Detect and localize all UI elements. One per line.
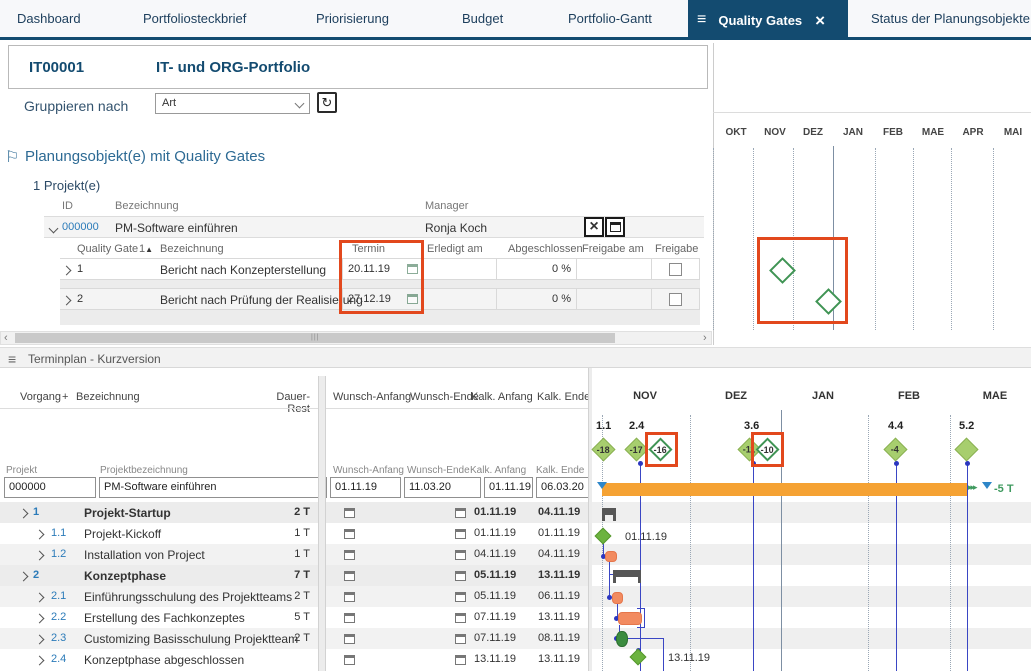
gantt-month: MAI [998,127,1028,138]
gantt-hl [628,638,664,639]
gantt-month2: NOV [625,390,665,402]
gantt-month: FEB [878,127,908,138]
gantt-gbar[interactable] [616,631,628,647]
gantt-sum[interactable] [602,508,616,515]
gantt-tri [597,482,607,489]
gantt-grid [690,415,691,671]
quality-gates-screen: Dashboard Portfoliosteckbrief Priorisier… [0,0,1031,671]
gantt-month: JAN [838,127,868,138]
gantt-month2: MAE [975,390,1015,402]
gantt-grid [993,148,994,330]
gantt-month: OKT [721,127,751,138]
gantt-lab-ms: 1.1 [596,420,611,432]
gantt-grid [875,148,876,330]
gantt-dia-s[interactable] [595,528,612,545]
qg-gantt-layer: OKT NOV DEZ JAN FEB MAE APR MAI [0,0,1031,345]
gantt-bar[interactable] [612,592,623,604]
gantt-chev3: ▸▸▸ [968,482,976,493]
gantt-grid [950,415,951,671]
gantt-month2: JAN [803,390,843,402]
gantt-lab-date: 01.11.19 [625,531,667,543]
gantt-grid [913,148,914,330]
gantt-grid [868,415,869,671]
gantt-lab-ms: 5.2 [959,420,974,432]
gantt-dia-m[interactable]: -18 [591,437,615,461]
gantt-sum[interactable] [613,570,641,577]
gantt-vl [609,562,610,598]
terminplan-gantt-layer: NOV DEZ JAN FEB MAE ▸▸▸ -5 T 01.11.19 13.11.19 1.… [0,368,1031,671]
gantt-month: MAE [918,127,948,138]
terminplan-section-bar[interactable]: ≡ Terminplan - Kurzversion [0,347,1031,368]
gantt-rbox [757,237,848,324]
gantt-rbox [751,432,784,467]
gantt-grid [753,148,754,330]
gantt-lab-delay: -5 T [994,483,1014,495]
gantt-vl [663,638,664,671]
gantt-month2: DEZ [716,390,756,402]
gantt-month: APR [958,127,988,138]
gantt-lab-ms: 4.4 [888,420,903,432]
gantt-lab-ms: 3.6 [744,420,759,432]
gantt-rbox [645,432,678,467]
gantt-tri [982,482,992,489]
gantt-bar[interactable] [605,551,617,562]
gantt-dia-m[interactable] [954,437,978,461]
gantt-mainbar[interactable] [602,483,967,496]
gantt-month: NOV [760,127,790,138]
terminplan-title: Terminplan - Kurzversion [28,352,161,366]
gantt-brk [637,608,645,628]
gantt-lab-ms: 2.4 [629,420,644,432]
gantt-dia-m[interactable]: -4 [883,437,907,461]
gantt-month2: FEB [889,390,929,402]
gantt-grid [951,148,952,330]
gantt-lab-date: 13.11.19 [668,652,710,664]
gantt-dot [638,461,643,466]
gantt-vl [967,464,968,671]
menu-icon[interactable]: ≡ [8,351,16,367]
gantt-dia-s[interactable] [630,649,647,666]
gantt-month: DEZ [798,127,828,138]
gantt-grid [713,148,714,330]
